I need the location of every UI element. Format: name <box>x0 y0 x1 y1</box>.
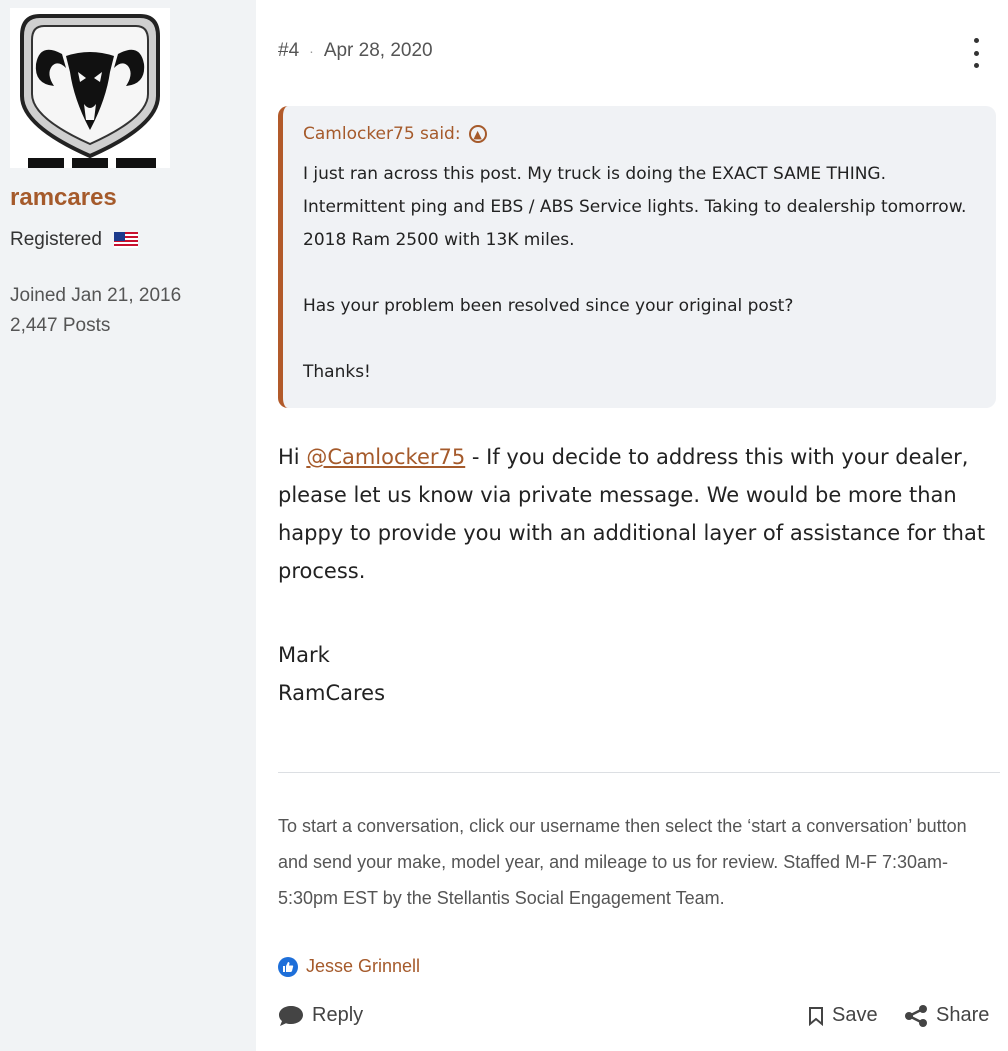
post-number[interactable]: #4 <box>278 40 299 62</box>
meta-separator: · <box>309 43 314 59</box>
post-content: #4 · Apr 28, 2020 Camlocker75 said: ▲ I … <box>256 0 1008 1051</box>
author-username[interactable]: ramcares <box>10 184 117 212</box>
avatar[interactable] <box>10 8 170 168</box>
post-date[interactable]: Apr 28, 2020 <box>324 40 433 62</box>
post-message: Hi @Camlocker75 - If you decide to addre… <box>278 438 988 590</box>
share-icon <box>905 1004 927 1027</box>
signature-line: Mark <box>278 643 330 667</box>
reply-label: Reply <box>312 1004 364 1026</box>
signature-divider <box>278 772 1000 773</box>
post-meta: #4 · Apr 28, 2020 <box>278 40 433 62</box>
bookmark-icon <box>809 1006 823 1026</box>
author-sidebar: ramcares Registered Joined Jan 21, 2016 … <box>0 0 256 1051</box>
speech-bubble-icon <box>279 1005 303 1026</box>
ram-logo-icon <box>20 14 160 168</box>
share-button[interactable]: Share <box>904 1004 989 1027</box>
reactions-bar: Jesse Grinnell <box>278 956 420 977</box>
post-signature: Mark RamCares <box>278 636 385 712</box>
share-label: Share <box>936 1004 990 1026</box>
signature-line: RamCares <box>278 681 386 705</box>
quote-paragraph: Thanks! <box>303 362 371 382</box>
author-stats: Joined Jan 21, 2016 2,447 Posts <box>10 281 181 341</box>
quote-block: Camlocker75 said: ▲ I just ran across th… <box>278 106 996 408</box>
user-signature-note: To start a conversation, click our usern… <box>278 816 967 908</box>
author-role: Registered <box>10 229 138 251</box>
save-button[interactable]: Save <box>808 1004 878 1027</box>
jump-to-quote-icon[interactable]: ▲ <box>468 125 487 143</box>
role-label: Registered <box>10 229 102 250</box>
quote-author[interactable]: Camlocker75 said: ▲ <box>303 124 980 144</box>
more-options-icon[interactable] <box>968 38 984 68</box>
reply-button[interactable]: Reply <box>278 1004 363 1027</box>
reactor-name-link[interactable]: Jesse Grinnell <box>306 956 420 977</box>
user-mention-link[interactable]: @Camlocker75 <box>306 445 465 469</box>
quote-paragraph: Has your problem been resolved since you… <box>303 296 794 316</box>
save-label: Save <box>832 1004 878 1026</box>
quote-author-label: Camlocker75 said: <box>303 124 461 144</box>
joined-date: Joined Jan 21, 2016 <box>10 285 182 306</box>
post-actions: Reply Save Share <box>278 1004 1000 1034</box>
us-flag-icon <box>113 232 138 248</box>
quote-paragraph: I just ran across this post. My truck is… <box>303 164 967 250</box>
post-body: Hi @Camlocker75 - If you decide to addre… <box>278 438 988 590</box>
post-count: 2,447 Posts <box>10 315 111 336</box>
thumbs-up-icon <box>278 956 298 977</box>
greeting: Hi <box>278 445 307 469</box>
